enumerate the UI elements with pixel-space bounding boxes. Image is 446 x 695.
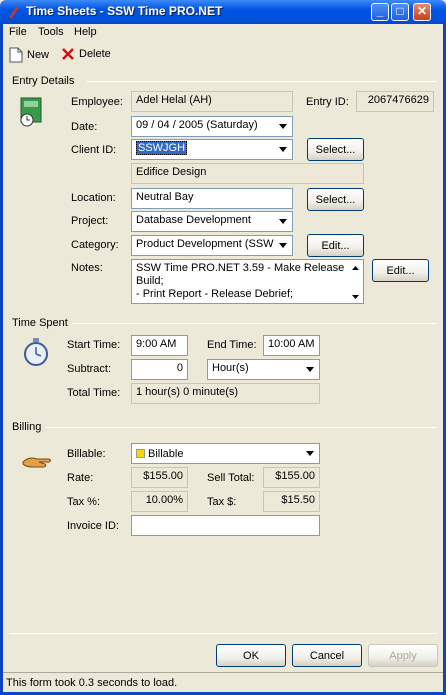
apply-button[interactable]: Apply [368,644,438,667]
entry-id-field: 2067476629 [356,91,434,112]
menu-help[interactable]: Help [74,26,97,38]
entry-details-divider [86,81,436,82]
time-spent-divider [72,323,436,324]
dropdown-arrow-icon[interactable] [301,361,318,378]
app-icon [8,6,19,19]
date-label: Date: [71,121,98,133]
delete-x-icon [62,48,74,60]
employee-field: Adel Helal (AH) [131,91,293,112]
entry-id-label: Entry ID: [306,96,349,108]
notes-line: - Print Report - Release Debrief; [136,288,294,300]
maximize-button[interactable]: □ [391,3,409,21]
dropdown-arrow-icon[interactable] [274,118,291,135]
cancel-button[interactable]: Cancel [292,644,362,667]
tax-amount-field: $15.50 [263,491,320,512]
notes-label: Notes: [71,262,103,274]
client-name-field: Edifice Design [131,163,364,184]
date-picker[interactable]: 09 / 04 / 2005 (Saturday) [131,116,293,137]
end-time-label: End Time: [207,339,257,351]
status-text: This form took 0.3 seconds to load. [6,677,178,689]
project-label: Project: [71,215,109,227]
buttons-divider [9,633,437,634]
invoice-id-input[interactable] [131,515,320,536]
ok-button[interactable]: OK [216,644,286,667]
subtract-label: Subtract: [67,363,112,375]
dropdown-arrow-icon[interactable] [301,445,318,462]
tax-percent-label: Tax %: [67,496,101,508]
sell-total-field: $155.00 [263,467,320,488]
notes-line: SSW Time PRO.NET 3.59 - Make Release [136,262,345,274]
location-select-button[interactable]: Select... [307,188,364,211]
billable-value: Billable [148,447,184,460]
menu-bar [3,24,443,41]
subtract-unit-combo[interactable]: Hour(s) [207,359,320,380]
window-title: Time Sheets - SSW Time PRO.NET [26,4,223,18]
end-time-input[interactable]: 10:00 AM [263,335,320,356]
category-label: Category: [71,239,119,251]
timesheet-book-icon [20,97,42,127]
delete-button[interactable]: Delete [61,47,111,61]
dropdown-arrow-icon[interactable] [274,213,291,230]
new-label: New [27,49,50,61]
notes-edit-button[interactable]: Edit... [372,259,429,282]
billable-color-swatch [136,449,145,458]
hand-billing-icon [22,457,51,468]
client-id-value: SSWJGH [136,141,188,155]
notes-scrollbar[interactable] [349,261,362,302]
start-time-label: Start Time: [67,339,121,351]
tax-percent-field: 10.00% [131,491,188,512]
client-select-button[interactable]: Select... [307,138,364,161]
rate-label: Rate: [67,472,94,484]
stopwatch-icon [24,338,48,366]
date-value: 09 / 04 / 2005 (Saturday) [136,119,258,131]
notes-line: Build; [136,275,164,287]
client-id-combo[interactable]: SSWJGH [131,139,293,160]
billing-divider [46,427,436,428]
new-button[interactable]: New [9,47,49,63]
employee-label: Employee: [71,96,123,108]
start-time-input[interactable]: 9:00 AM [131,335,188,356]
category-value: Product Development (SSW [136,238,274,250]
menu-tools[interactable]: Tools [38,26,64,38]
sell-total-label: Sell Total: [207,472,255,484]
menu-file[interactable]: File [9,26,27,38]
billable-label: Billable: [67,448,106,460]
minimize-button[interactable]: _ [371,3,389,21]
total-time-field: 1 hour(s) 0 minute(s) [131,383,320,404]
window-frame-left [0,24,3,695]
entry-details-heading: Entry Details [12,75,75,87]
new-document-icon [9,47,23,63]
billable-combo[interactable]: Billable [131,443,320,464]
status-bar: This form took 0.3 seconds to load. [3,672,443,692]
client-id-label: Client ID: [71,144,117,156]
billing-heading: Billing [12,421,42,433]
total-time-label: Total Time: [67,387,121,399]
project-combo[interactable]: Database Development [131,211,293,232]
notes-textarea[interactable]: SSW Time PRO.NET 3.59 - Make Release Bui… [131,259,364,304]
tax-amount-label: Tax $: [207,496,237,508]
subtract-unit-value: Hour(s) [212,362,249,374]
category-combo[interactable]: Product Development (SSW [131,235,293,256]
project-value: Database Development [136,214,251,226]
rate-field: $155.00 [131,467,188,488]
location-label: Location: [71,192,116,204]
location-input[interactable]: Neutral Bay [131,188,293,209]
category-edit-button[interactable]: Edit... [307,234,364,257]
time-spent-heading: Time Spent [12,317,68,329]
dropdown-arrow-icon[interactable] [274,141,291,158]
delete-label: Delete [79,48,111,60]
close-button[interactable]: ✕ [413,3,431,21]
subtract-input[interactable]: 0 [131,359,188,380]
invoice-id-label: Invoice ID: [67,520,119,532]
dropdown-arrow-icon[interactable] [274,237,291,254]
